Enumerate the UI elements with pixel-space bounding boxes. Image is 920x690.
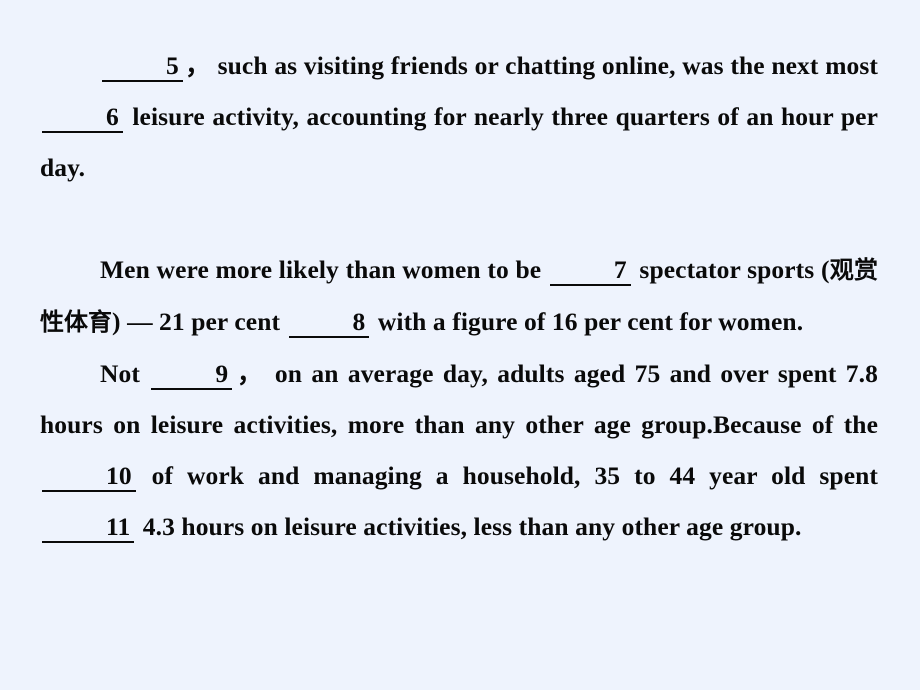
em-dash: — [127,307,153,336]
paragraph-3-text-1: Not [100,359,150,388]
paragraph-2-text-1: Men were more likely than women to be [100,255,548,284]
paragraph-3-text-5: 4.3 hours on leisure activities, less th… [136,512,802,541]
blank-5[interactable]: 5 [102,53,183,82]
paragraph-2-text-3: ) [112,307,128,336]
paragraph-2-text-2: spectator sports ( [632,255,830,284]
paragraph-3: Not 9， on an average day, adults aged 75… [40,348,878,552]
paragraph-2-text-4: 21 per cent [152,307,287,336]
paragraph-1: 5， such as visiting friends or chatting … [40,40,878,244]
blank-10[interactable]: 10 [42,463,136,492]
paragraph-2-text-5: with a figure of 16 per cent for women. [371,307,804,336]
blank-11[interactable]: 11 [42,514,135,543]
paragraph-1-text-2: such as visiting friends or chatting onl… [210,51,878,80]
paragraph-3-text-4: of work and managing a household, 35 to … [137,461,878,490]
slide-canvas: 5， such as visiting friends or chatting … [0,0,920,690]
blank-8[interactable]: 8 [288,309,370,338]
cloze-passage-body: 5， such as visiting friends or chatting … [40,40,878,552]
paragraph-3-text-2: ， [234,359,266,388]
paragraph-1-text-1: ， [184,51,211,80]
blank-9[interactable]: 9 [151,361,233,390]
blank-6[interactable]: 6 [42,104,123,133]
blank-7[interactable]: 7 [549,257,631,286]
paragraph-2: Men were more likely than women to be 7 … [40,244,878,348]
paragraph-1-text-3: leisure activity, accounting for nearly … [40,102,878,182]
